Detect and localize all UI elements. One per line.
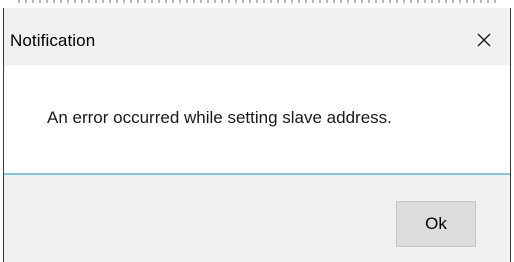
dialog-message-area: An error occurred while setting slave ad… bbox=[4, 65, 510, 175]
dialog-title-bar[interactable]: Notification bbox=[4, 8, 510, 65]
dialog-footer: Ok bbox=[4, 175, 510, 262]
background-window-remnant bbox=[0, 0, 514, 8]
background-window-text-fragment bbox=[18, 0, 498, 3]
dialog-title: Notification bbox=[10, 31, 96, 50]
screen: Notification An error occurred while set… bbox=[0, 0, 514, 262]
notification-dialog: Notification An error occurred while set… bbox=[3, 8, 511, 262]
dialog-message: An error occurred while setting slave ad… bbox=[47, 108, 392, 127]
ok-button[interactable]: Ok bbox=[396, 201, 476, 247]
ok-button-label: Ok bbox=[425, 214, 447, 233]
close-icon bbox=[476, 32, 492, 48]
close-button[interactable] bbox=[468, 25, 500, 55]
